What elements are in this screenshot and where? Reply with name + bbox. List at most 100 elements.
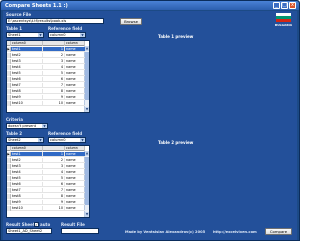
number-cell[interactable]: 7 bbox=[43, 188, 65, 192]
auto-checkbox[interactable]: ✓ bbox=[34, 222, 39, 227]
column-header[interactable]: column0 bbox=[11, 146, 43, 151]
scroll-up-icon[interactable]: ▲ bbox=[85, 151, 89, 156]
column-cell[interactable]: name bbox=[65, 83, 85, 87]
chevron-down-icon[interactable]: ▼ bbox=[38, 138, 43, 142]
column-cell[interactable]: name bbox=[65, 65, 85, 69]
table1-select[interactable]: Sheet1 ▼ bbox=[6, 32, 44, 38]
table-row[interactable]: test10 10 name bbox=[7, 101, 85, 106]
name-cell[interactable]: test8 bbox=[11, 89, 43, 93]
chevron-down-icon[interactable]: ▼ bbox=[80, 138, 85, 142]
column-cell[interactable]: name bbox=[65, 59, 85, 63]
close-button[interactable]: x bbox=[289, 2, 296, 9]
name-cell[interactable]: test9 bbox=[11, 95, 43, 99]
name-cell[interactable]: test2 bbox=[11, 158, 43, 162]
table2-select[interactable]: Sheet2 ▼ bbox=[6, 137, 44, 143]
table-row[interactable]: test7 7 name bbox=[7, 83, 85, 88]
column-cell[interactable]: name bbox=[65, 158, 85, 162]
table-row[interactable]: test3 3 name bbox=[7, 164, 85, 169]
browse-button[interactable]: Browse bbox=[120, 18, 142, 25]
compare-button[interactable]: Compare bbox=[265, 228, 292, 235]
number-cell[interactable]: 2 bbox=[43, 53, 65, 57]
column-cell[interactable]: name bbox=[65, 101, 85, 105]
table-row[interactable]: test3 3 name bbox=[7, 59, 85, 64]
number-cell[interactable]: 5 bbox=[43, 71, 65, 75]
name-cell[interactable]: test1 bbox=[11, 152, 43, 156]
table-row[interactable]: test10 10 name bbox=[7, 206, 85, 211]
number-cell[interactable]: 4 bbox=[43, 65, 65, 69]
column-cell[interactable]: name bbox=[65, 95, 85, 99]
name-cell[interactable]: test7 bbox=[11, 83, 43, 87]
reference-field1-select[interactable]: column0 ▼ bbox=[48, 32, 86, 38]
column-header[interactable] bbox=[43, 41, 65, 46]
column-header[interactable]: column bbox=[65, 41, 85, 46]
table-row[interactable]: test9 9 name bbox=[7, 95, 85, 100]
column-cell[interactable]: name bbox=[65, 53, 85, 57]
number-cell[interactable]: 1 bbox=[43, 47, 65, 51]
column-cell[interactable]: name bbox=[65, 47, 85, 51]
maximize-button[interactable]: □ bbox=[281, 2, 288, 9]
number-cell[interactable]: 6 bbox=[43, 77, 65, 81]
number-cell[interactable]: 8 bbox=[43, 194, 65, 198]
website-link[interactable]: http://excelvixen.com bbox=[213, 230, 257, 234]
scroll-up-icon[interactable]: ▲ bbox=[85, 46, 89, 51]
name-cell[interactable]: test5 bbox=[11, 71, 43, 75]
name-cell[interactable]: test1 bbox=[11, 47, 43, 51]
table-row[interactable]: test4 4 name bbox=[7, 170, 85, 175]
name-cell[interactable]: test5 bbox=[11, 176, 43, 180]
column-cell[interactable]: name bbox=[65, 89, 85, 93]
column-cell[interactable]: name bbox=[65, 71, 85, 75]
number-cell[interactable]: 3 bbox=[43, 164, 65, 168]
criteria-select[interactable]: doesn't present ▼ bbox=[6, 123, 48, 129]
name-cell[interactable]: test2 bbox=[11, 53, 43, 57]
number-cell[interactable]: 10 bbox=[43, 101, 65, 105]
column-cell[interactable]: name bbox=[65, 200, 85, 204]
name-cell[interactable]: test4 bbox=[11, 170, 43, 174]
table-row[interactable]: test2 2 name bbox=[7, 53, 85, 58]
name-cell[interactable]: test6 bbox=[11, 182, 43, 186]
name-cell[interactable]: test3 bbox=[11, 59, 43, 63]
number-cell[interactable]: 1 bbox=[43, 152, 65, 156]
table-row[interactable]: test7 7 name bbox=[7, 188, 85, 193]
column-cell[interactable]: name bbox=[65, 77, 85, 81]
column-header[interactable]: column bbox=[65, 146, 85, 151]
name-cell[interactable]: test6 bbox=[11, 77, 43, 81]
source-file-input[interactable]: E:\ascentsys\t.tf\results\book.xls bbox=[6, 18, 104, 24]
title-bar[interactable]: Compare Sheets 1.1 :) _ □ x bbox=[1, 1, 299, 10]
column-cell[interactable]: name bbox=[65, 164, 85, 168]
name-cell[interactable]: test10 bbox=[11, 206, 43, 210]
table-row[interactable]: test8 8 name bbox=[7, 194, 85, 199]
table-row[interactable]: test5 5 name bbox=[7, 71, 85, 76]
chevron-down-icon[interactable]: ▼ bbox=[80, 33, 85, 37]
table-row[interactable]: test9 9 name bbox=[7, 200, 85, 205]
table-row[interactable]: ▶ test1 1 name bbox=[7, 47, 85, 52]
number-cell[interactable]: 7 bbox=[43, 83, 65, 87]
name-cell[interactable]: test7 bbox=[11, 188, 43, 192]
minimize-button[interactable]: _ bbox=[273, 2, 280, 9]
column-cell[interactable]: name bbox=[65, 206, 85, 210]
table-row[interactable]: test6 6 name bbox=[7, 77, 85, 82]
number-cell[interactable]: 2 bbox=[43, 158, 65, 162]
column-cell[interactable]: name bbox=[65, 170, 85, 174]
chevron-down-icon[interactable]: ▼ bbox=[42, 124, 47, 128]
column-cell[interactable]: name bbox=[65, 152, 85, 156]
number-cell[interactable]: 9 bbox=[43, 95, 65, 99]
name-cell[interactable]: test8 bbox=[11, 194, 43, 198]
table1-preview-grid[interactable]: column0 column ▲ ▼ ▶ test1 1 name test2 2 name… bbox=[6, 40, 90, 113]
column-header[interactable]: column0 bbox=[11, 41, 43, 46]
number-cell[interactable]: 5 bbox=[43, 176, 65, 180]
result-file-input[interactable] bbox=[61, 228, 99, 234]
scroll-down-icon[interactable]: ▼ bbox=[85, 107, 89, 112]
table-row[interactable]: test6 6 name bbox=[7, 182, 85, 187]
name-cell[interactable]: test9 bbox=[11, 200, 43, 204]
table-row[interactable]: test4 4 name bbox=[7, 65, 85, 70]
number-cell[interactable]: 3 bbox=[43, 59, 65, 63]
number-cell[interactable]: 4 bbox=[43, 170, 65, 174]
reference-field2-select[interactable]: column0 ▼ bbox=[48, 137, 86, 143]
number-cell[interactable]: 8 bbox=[43, 89, 65, 93]
column-cell[interactable]: name bbox=[65, 188, 85, 192]
table-row[interactable]: test2 2 name bbox=[7, 158, 85, 163]
scroll-down-icon[interactable]: ▼ bbox=[85, 212, 89, 217]
number-cell[interactable]: 9 bbox=[43, 200, 65, 204]
name-cell[interactable]: test3 bbox=[11, 164, 43, 168]
name-cell[interactable]: test10 bbox=[11, 101, 43, 105]
